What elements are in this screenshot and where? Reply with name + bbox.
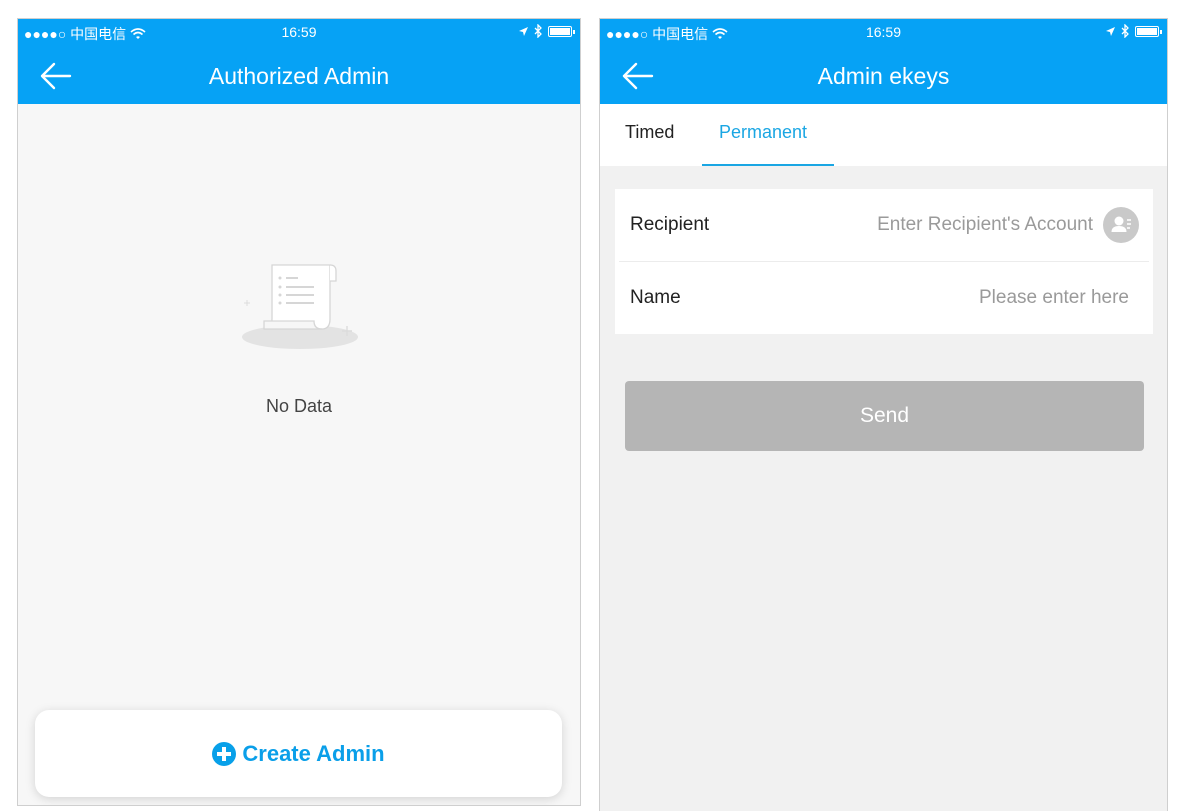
- page-title: Authorized Admin: [208, 63, 390, 89]
- contact-picker-button[interactable]: [1103, 207, 1139, 243]
- page-title: Admin ekeys: [817, 63, 950, 89]
- status-bar: ●●●●○ 中国电信 16:59: [600, 19, 1167, 47]
- recipient-input[interactable]: [761, 207, 1095, 243]
- bluetooth-icon: [1121, 24, 1129, 38]
- status-time: 16:59: [281, 24, 317, 40]
- name-label: Name: [630, 287, 681, 308]
- status-time: 16:59: [865, 24, 902, 40]
- location-arrow-icon: [519, 26, 528, 36]
- battery-icon: [548, 25, 575, 37]
- bluetooth-icon: [534, 24, 542, 38]
- status-bar: ●●●●○ 中国电信 16:59: [18, 19, 580, 47]
- empty-state-illustration: [238, 257, 364, 357]
- create-admin-label: Create Admin: [242, 740, 385, 766]
- empty-state-text: No Data: [265, 396, 333, 416]
- status-icons: [518, 24, 575, 38]
- tab-permanent[interactable]: Permanent: [719, 122, 807, 143]
- tab-bar: Timed Permanent: [600, 104, 1167, 166]
- navigation-bar: Admin ekeys: [600, 47, 1167, 104]
- admin-ekeys-screen: ●●●●○ 中国电信 16:59 Admin ekeys Timed Perma…: [599, 18, 1168, 811]
- empty-document-icon: [242, 264, 358, 349]
- recipient-label: Recipient: [630, 214, 710, 235]
- ekey-form: Recipient Name: [615, 189, 1153, 334]
- name-input[interactable]: [797, 280, 1131, 316]
- battery-icon: [1135, 25, 1162, 37]
- location-arrow-icon: [1106, 26, 1115, 36]
- recipient-row: Recipient: [615, 189, 1153, 261]
- tab-timed[interactable]: Timed: [625, 122, 674, 143]
- send-button[interactable]: Send: [625, 381, 1144, 451]
- contact-icon: [1111, 216, 1131, 232]
- authorized-admin-screen: ●●●●○ 中国电信 16:59 Authorized Admin No Dat…: [17, 18, 581, 806]
- name-row: Name: [615, 262, 1153, 334]
- active-tab-indicator: [702, 164, 834, 166]
- navigation-bar: Authorized Admin: [18, 47, 580, 104]
- status-icons: [1105, 24, 1162, 38]
- create-admin-button[interactable]: Create Admin: [35, 710, 562, 797]
- plus-circle-icon: [212, 741, 237, 766]
